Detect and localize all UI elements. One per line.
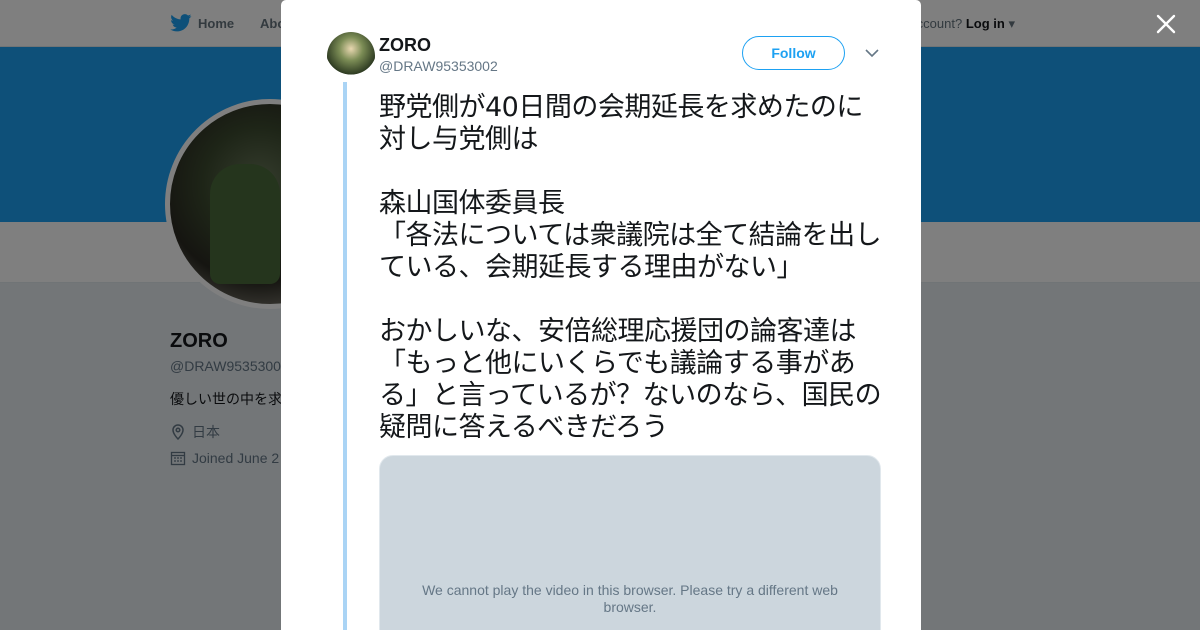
chevron-down-icon[interactable] <box>865 48 879 58</box>
thread-line <box>343 82 347 630</box>
author-avatar[interactable] <box>327 32 375 80</box>
follow-button[interactable]: Follow <box>742 36 845 70</box>
tweet-modal: ZORO @DRAW95353002 Follow 野党側が40日間の会期延長を… <box>281 0 921 630</box>
video-player[interactable]: We cannot play the video in this browser… <box>379 455 881 630</box>
author-name[interactable]: ZORO <box>379 35 431 56</box>
video-error-message: We cannot play the video in this browser… <box>422 582 838 615</box>
author-handle[interactable]: @DRAW95353002 <box>379 58 498 74</box>
close-icon[interactable] <box>1154 12 1178 36</box>
tweet-text: 野党側が40日間の会期延長を求めたのに対し与党側は 森山国体委員長 「各法につい… <box>379 92 882 443</box>
